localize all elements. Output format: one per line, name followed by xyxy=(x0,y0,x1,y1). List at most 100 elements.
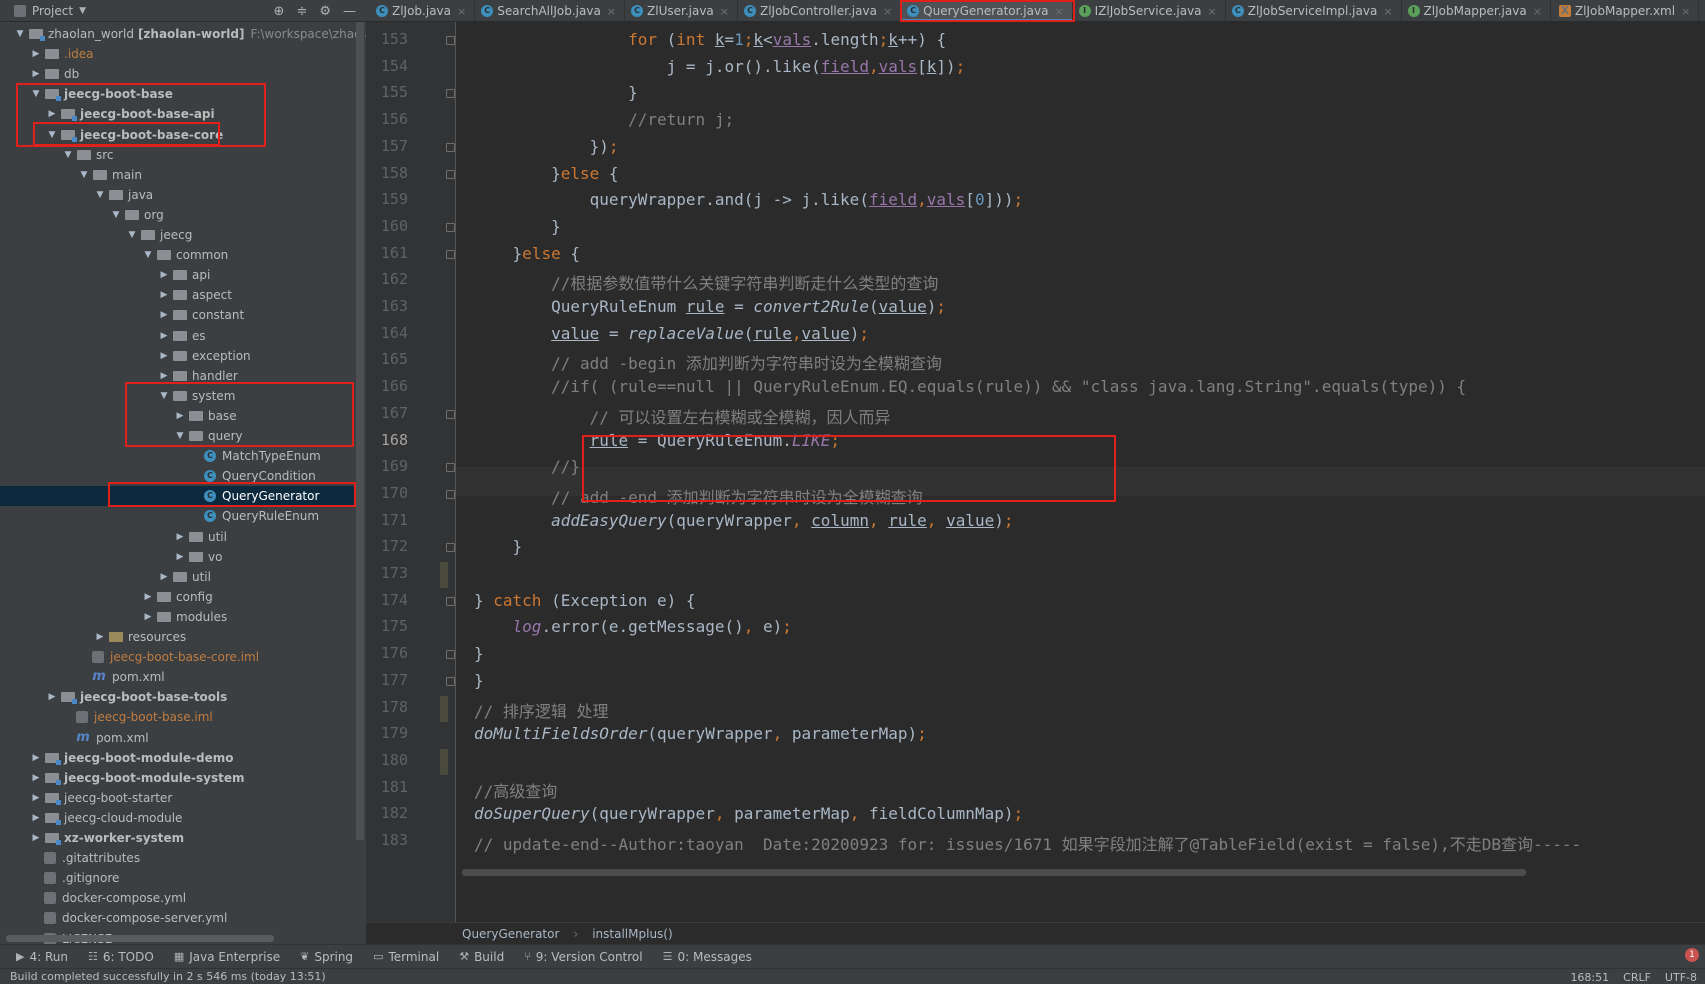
tree-item[interactable]: C QueryRuleEnum xyxy=(0,506,356,526)
expand-arrow-icon[interactable]: ▼ xyxy=(158,391,170,401)
tree-item[interactable]: docker-compose.yml xyxy=(0,888,356,908)
close-icon[interactable]: × xyxy=(1533,5,1542,18)
expand-arrow-icon[interactable]: ▼ xyxy=(142,250,154,260)
expand-arrow-icon[interactable]: ▼ xyxy=(174,431,186,441)
tab-7[interactable]: I ZlJobMapper.java × xyxy=(1402,0,1551,21)
collapse-arrow-icon[interactable]: ▶ xyxy=(174,552,186,562)
tree-item[interactable]: ▶ jeecg-cloud-module xyxy=(0,808,356,828)
tree-item[interactable]: .gitignore xyxy=(0,868,356,888)
fold-marker-icon[interactable] xyxy=(446,169,455,179)
tab-3[interactable]: C ZlJobController.java × xyxy=(738,0,902,21)
expand-arrow-icon[interactable]: ▼ xyxy=(126,230,138,240)
toolwindow-run[interactable]: ▶ 4: Run xyxy=(16,950,68,964)
collapse-arrow-icon[interactable]: ▶ xyxy=(158,331,170,341)
collapse-arrow-icon[interactable]: ▶ xyxy=(30,813,42,823)
breadcrumb-class[interactable]: QueryGenerator xyxy=(462,927,559,941)
collapse-arrow-icon[interactable]: ▶ xyxy=(158,310,170,320)
tree-item[interactable]: ▶ xz-worker-system xyxy=(0,828,356,848)
fold-marker-icon[interactable] xyxy=(446,463,455,473)
tree-item[interactable]: ▼ common xyxy=(0,245,356,265)
tab-1[interactable]: C SearchAllJob.java × xyxy=(475,0,626,21)
tree-item[interactable]: ▼ main xyxy=(0,165,356,185)
fold-marker-icon[interactable] xyxy=(446,676,455,686)
collapse-all-icon[interactable]: ≑ xyxy=(296,4,307,19)
tree-item[interactable]: ▼ query xyxy=(0,426,356,446)
collapse-arrow-icon[interactable]: ▶ xyxy=(158,270,170,280)
collapse-arrow-icon[interactable]: ▶ xyxy=(142,612,154,622)
tree-item[interactable]: ▶ jeecg-boot-starter xyxy=(0,788,356,808)
tree-item[interactable]: ▶ jeecg-boot-module-demo xyxy=(0,748,356,768)
tree-item[interactable]: ▶ modules xyxy=(0,607,356,627)
fold-marker-icon[interactable] xyxy=(446,409,455,419)
expand-arrow-icon[interactable]: ▼ xyxy=(78,170,90,180)
tree-item[interactable]: ▶ es xyxy=(0,326,356,346)
hide-icon[interactable]: — xyxy=(343,4,356,19)
fold-marker-icon[interactable] xyxy=(446,142,455,152)
project-vertical-scrollbar[interactable] xyxy=(356,22,364,840)
tab-2[interactable]: C ZlUser.java × xyxy=(625,0,738,21)
close-icon[interactable]: × xyxy=(883,5,892,18)
tree-item[interactable]: ▼ jeecg xyxy=(0,225,356,245)
close-icon[interactable]: × xyxy=(1208,5,1217,18)
expand-arrow-icon[interactable]: ▼ xyxy=(46,130,58,140)
tree-item[interactable]: ▶ resources xyxy=(0,627,356,647)
fold-marker-icon[interactable] xyxy=(446,650,455,660)
expand-arrow-icon[interactable]: ▼ xyxy=(110,210,122,220)
collapse-arrow-icon[interactable]: ▶ xyxy=(30,833,42,843)
fold-marker-icon[interactable] xyxy=(446,596,455,606)
tree-item[interactable]: ▶ aspect xyxy=(0,285,356,305)
close-icon[interactable]: × xyxy=(1383,5,1392,18)
tree-item[interactable]: docker-compose-server.yml xyxy=(0,908,356,928)
toolwindow-build[interactable]: ⚒ Build xyxy=(459,950,504,964)
tab-5[interactable]: I IZlJobService.java × xyxy=(1073,0,1226,21)
toolwindow-todo[interactable]: ☷ 6: TODO xyxy=(88,950,154,964)
collapse-arrow-icon[interactable]: ▶ xyxy=(142,592,154,602)
tree-item[interactable]: ▼ src xyxy=(0,145,356,165)
project-header[interactable]: Project ▼ ⊕ ≑ ⚙ — xyxy=(0,0,366,21)
expand-arrow-icon[interactable]: ▼ xyxy=(30,89,42,99)
tree-item[interactable]: ▶ jeecg-boot-module-system xyxy=(0,768,356,788)
tab-0[interactable]: C ZlJob.java × xyxy=(370,0,476,21)
chevron-down-icon[interactable]: ▼ xyxy=(79,6,86,16)
tree-item[interactable]: m pom.xml xyxy=(0,728,356,748)
close-icon[interactable]: × xyxy=(1054,5,1063,18)
collapse-arrow-icon[interactable]: ▶ xyxy=(46,109,58,119)
tree-item[interactable]: ▶ config xyxy=(0,587,356,607)
tree-item[interactable]: ▶ db xyxy=(0,64,356,84)
error-badge[interactable]: 1 xyxy=(1685,948,1699,962)
tree-item[interactable]: ▶ handler xyxy=(0,366,356,386)
tree-item[interactable]: ▶ api xyxy=(0,265,356,285)
tree-item[interactable]: C MatchTypeEnum xyxy=(0,446,356,466)
tab-4[interactable]: C QueryGenerator.java × xyxy=(901,0,1073,21)
collapse-arrow-icon[interactable]: ▶ xyxy=(158,290,170,300)
tree-item[interactable]: ▶ constant xyxy=(0,305,356,325)
tree-item[interactable]: ▶ .idea xyxy=(0,44,356,64)
toolwindow-vcs[interactable]: ⑂ 9: Version Control xyxy=(524,950,642,964)
fold-marker-icon[interactable] xyxy=(446,489,455,499)
toolwindow-terminal[interactable]: ▭ Terminal xyxy=(373,950,439,964)
fold-marker-icon[interactable] xyxy=(446,36,455,45)
collapse-arrow-icon[interactable]: ▶ xyxy=(158,351,170,361)
fold-marker-icon[interactable] xyxy=(446,89,455,99)
tree-item[interactable]: ▶ base xyxy=(0,406,356,426)
tab-6[interactable]: C ZlJobServiceImpl.java × xyxy=(1226,0,1402,21)
file-encoding[interactable]: UTF-8 xyxy=(1665,971,1697,984)
close-icon[interactable]: × xyxy=(720,5,729,18)
tree-item[interactable]: ▶ util xyxy=(0,527,356,547)
tree-item[interactable]: ▼ zhaolan_world [zhaolan-world] F:\workspac… xyxy=(0,24,366,44)
fold-marker-icon[interactable] xyxy=(446,249,455,259)
close-icon[interactable]: × xyxy=(1681,5,1690,18)
tree-item[interactable]: ▼ jeecg-boot-base xyxy=(0,84,356,104)
collapse-arrow-icon[interactable]: ▶ xyxy=(30,49,42,59)
gear-icon[interactable]: ⚙ xyxy=(319,4,331,19)
collapse-arrow-icon[interactable]: ▶ xyxy=(30,773,42,783)
toolwindow-spring[interactable]: ❦ Spring xyxy=(300,950,353,964)
tree-item[interactable]: ▼ jeecg-boot-base-core xyxy=(0,125,356,145)
expand-arrow-icon[interactable]: ▼ xyxy=(94,190,106,200)
tree-item[interactable]: C QueryGenerator xyxy=(0,486,356,507)
collapse-arrow-icon[interactable]: ▶ xyxy=(30,69,42,79)
tree-item[interactable]: ▼ java xyxy=(0,185,356,205)
tree-item[interactable]: .gitattributes xyxy=(0,848,356,868)
collapse-arrow-icon[interactable]: ▶ xyxy=(174,532,186,542)
toolwindow-enterprise[interactable]: ▦ Java Enterprise xyxy=(174,950,280,964)
